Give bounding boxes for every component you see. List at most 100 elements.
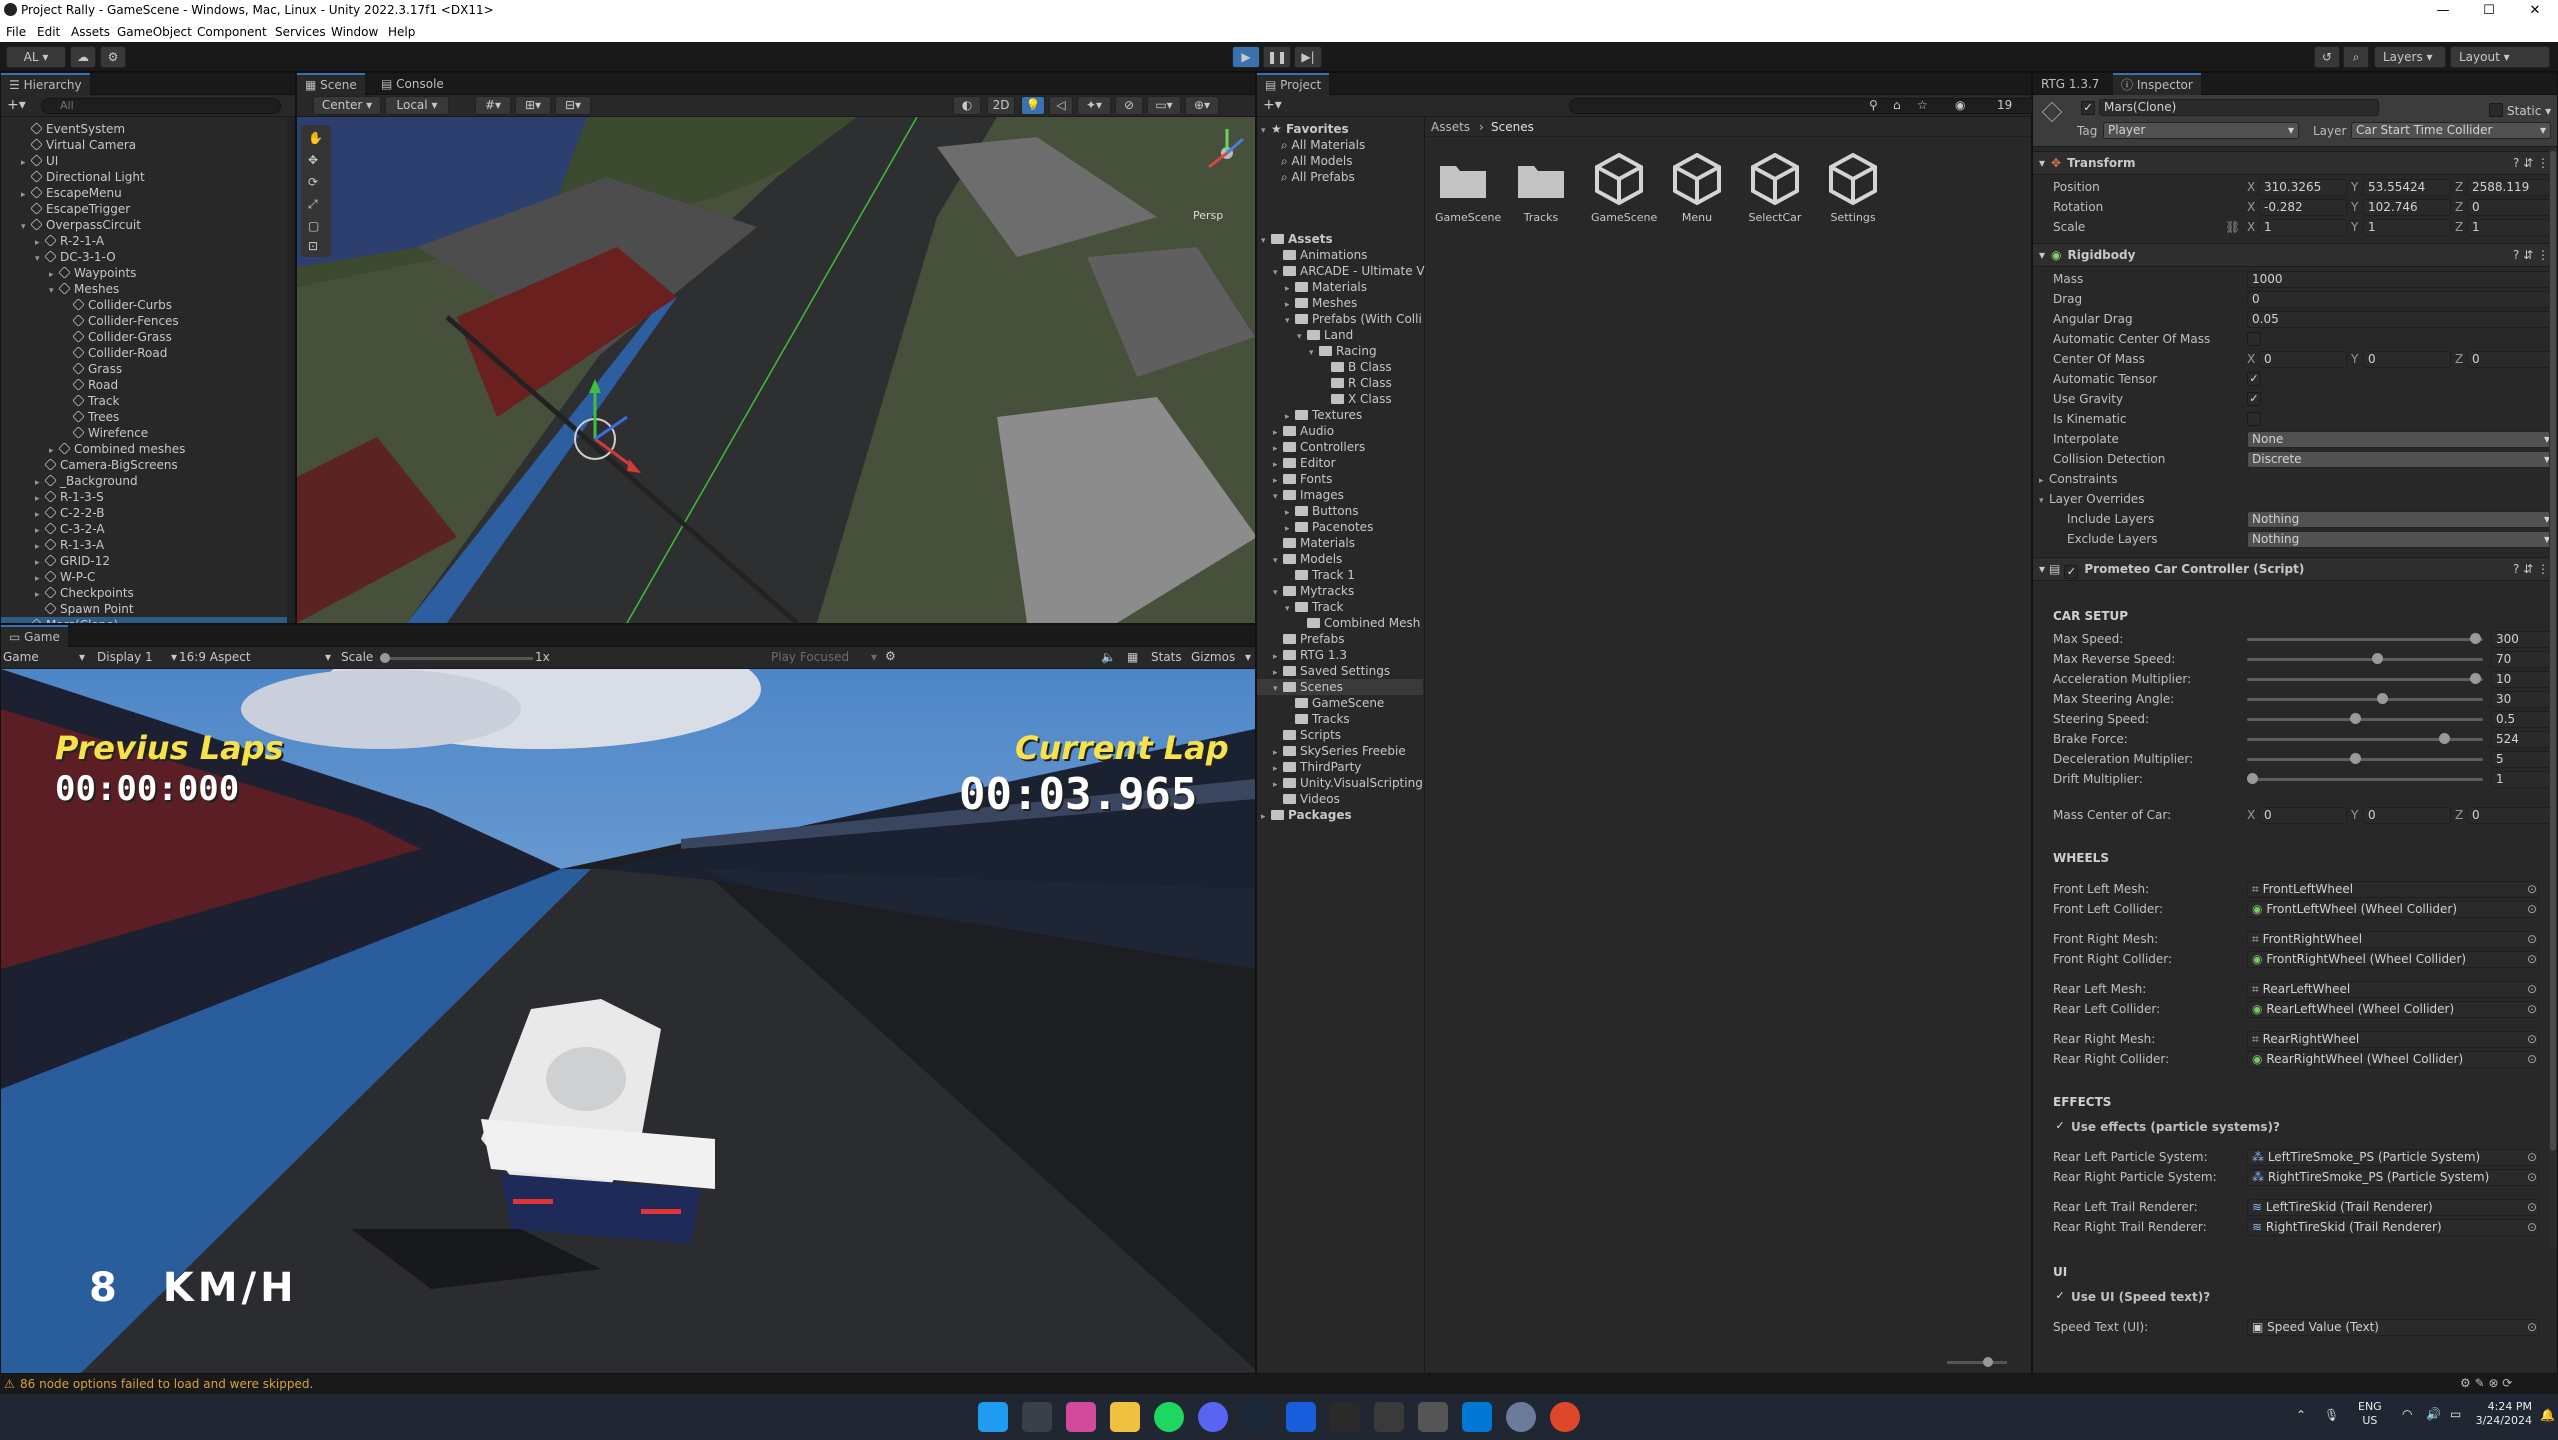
hierarchy-item[interactable]: ▾ DC-3-1-O — [1, 249, 116, 265]
rect-tool-icon[interactable]: ▢ — [308, 219, 319, 233]
layer-dropdown[interactable]: Car Start Time Collider ▾ — [2351, 122, 2551, 139]
project-tree-item[interactable]: ▸ Editor — [1273, 455, 1336, 471]
layout-dropdown[interactable]: Layout ▾ — [2450, 46, 2550, 68]
slider-track[interactable] — [2247, 653, 2483, 664]
play-focused-dropdown[interactable]: Play Focused ▾ — [771, 650, 877, 664]
browser-icon[interactable] — [1550, 1402, 1580, 1432]
move-tool-icon[interactable]: ✥ — [308, 153, 318, 167]
wheel-ref-field[interactable]: ◉ FrontRightWheel (Wheel Collider) — [2247, 951, 2539, 968]
start-icon[interactable] — [978, 1402, 1008, 1432]
hierarchy-item[interactable]: ▾ OverpassCircuit — [1, 217, 141, 233]
account-dropdown[interactable]: AL ▾ — [6, 46, 66, 68]
menu-services[interactable]: Services — [275, 25, 326, 39]
effects-icon[interactable]: ✦▾ — [1077, 96, 1111, 115]
status-warning-text[interactable]: 86 node options failed to load and were … — [20, 1377, 313, 1391]
project-tree-item[interactable]: ▸ Buttons — [1285, 503, 1358, 519]
rotation-y-field[interactable]: 102.746 — [2363, 199, 2451, 216]
project-tree-item[interactable]: Animations — [1273, 247, 1367, 263]
wheel-ref-field[interactable]: ⌗ FrontLeftWheel — [2247, 881, 2539, 898]
project-tree-item[interactable]: ▸ RTG 1.3 — [1273, 647, 1347, 663]
clock[interactable]: 4:24 PM 3/24/2024 — [2470, 1400, 2532, 1428]
steam-icon[interactable] — [1242, 1402, 1272, 1432]
hierarchy-item[interactable]: Spawn Point — [1, 601, 134, 617]
slider-knob[interactable] — [2376, 693, 2388, 704]
project-tree-item[interactable]: ▸ Meshes — [1285, 295, 1357, 311]
pause-button[interactable]: ❚❚ — [1263, 46, 1291, 68]
hierarchy-item[interactable]: ▸ C-3-2-A — [1, 521, 105, 537]
tab-inspector[interactable]: ⓘ Inspector — [2113, 73, 2201, 95]
favorite-item[interactable]: ⌕ All Models — [1281, 153, 1353, 169]
project-tree-item[interactable]: ▾ Track — [1285, 599, 1343, 615]
slider-value-field[interactable]: 524 — [2491, 731, 2555, 748]
hierarchy-item[interactable]: ▸ R-2-1-A — [1, 233, 104, 249]
inspector-scroll-thumb[interactable] — [2550, 151, 2556, 1151]
hierarchy-item[interactable]: Collider-Grass — [1, 329, 172, 345]
hierarchy-item[interactable]: Collider-Road — [1, 345, 167, 361]
object-picker-icon[interactable]: ⊙ — [2527, 879, 2537, 899]
object-picker-icon[interactable]: ⊙ — [2527, 1197, 2537, 1217]
effect-ref-field[interactable]: ≋ RightTireSkid (Trail Renderer) — [2247, 1219, 2539, 1236]
use-effects-checkbox[interactable]: ✓ — [2053, 1120, 2067, 1134]
position-y-field[interactable]: 53.55424 — [2363, 179, 2451, 196]
rigidbody-menu-icon[interactable]: ? ⇵ ⋮ — [2513, 244, 2549, 266]
favorite-star-icon[interactable]: ☆ — [1917, 98, 1928, 112]
tree-arrow-icon[interactable]: ▾ — [1285, 601, 1295, 617]
lighting-icon[interactable]: 💡 — [1021, 96, 1045, 115]
project-tree-item[interactable]: ▾ Images — [1273, 487, 1344, 503]
component-menu-icon[interactable]: ? ⇵ ⋮ — [2513, 152, 2549, 174]
hierarchy-item[interactable]: EventSystem — [1, 121, 125, 137]
gizmos-toggle-icon[interactable]: ⊕▾ — [1185, 96, 1219, 115]
active-checkbox[interactable]: ✓ — [2081, 101, 2095, 115]
scale-x-field[interactable]: 1 — [2259, 219, 2347, 236]
status-icons[interactable]: ⚙ ✎ ⊗ ⟳ — [2460, 1376, 2512, 1390]
constraints-row[interactable]: ▸ Constraints — [2033, 469, 2557, 489]
object-picker-icon[interactable]: ⊙ — [2527, 929, 2537, 949]
game-mode-dropdown[interactable]: Game ▾ — [3, 650, 85, 664]
use-gravity-checkbox[interactable]: ✓ — [2247, 392, 2261, 406]
tab-scene[interactable]: ▦ Scene — [297, 73, 365, 95]
collab-icon[interactable]: ⚙ — [100, 46, 126, 68]
spotify-icon[interactable] — [1154, 1402, 1184, 1432]
camera-settings-icon[interactable]: ▭▾ — [1147, 96, 1181, 115]
rotation-z-field[interactable]: 0 — [2467, 199, 2555, 216]
mass-center-y-field[interactable]: 0 — [2363, 807, 2451, 824]
project-tree-item[interactable]: ▾ Mytracks — [1273, 583, 1354, 599]
object-picker-icon[interactable]: ⊙ — [2527, 899, 2537, 919]
slider-value-field[interactable]: 10 — [2491, 671, 2555, 688]
object-picker-icon[interactable]: ⊙ — [2527, 979, 2537, 999]
tree-arrow-icon[interactable]: ▾ — [1273, 265, 1283, 281]
tree-arrow-icon[interactable]: ▾ — [1273, 489, 1283, 505]
project-tree-item[interactable]: ▸ Materials — [1285, 279, 1367, 295]
rotation-x-field[interactable]: -0.282 — [2259, 199, 2347, 216]
tab-console[interactable]: ▤ Console — [373, 73, 452, 95]
hierarchy-item[interactable]: ▸ EscapeMenu — [1, 185, 122, 201]
task-view-icon[interactable] — [1022, 1402, 1052, 1432]
object-picker-icon[interactable]: ⊙ — [2527, 1167, 2537, 1187]
project-tree-item[interactable]: GameScene — [1285, 695, 1384, 711]
tree-arrow-icon[interactable]: ▾ — [1261, 233, 1271, 249]
tab-rtg[interactable]: RTG 1.3.7 — [2033, 73, 2107, 95]
asset-item[interactable]: SelectCar — [1747, 153, 1803, 224]
favorite-item[interactable]: ⌕ All Prefabs — [1281, 169, 1355, 185]
hierarchy-item[interactable]: ▸ Waypoints — [1, 265, 136, 281]
constrain-proportions-icon[interactable]: ⛓ — [2225, 217, 2240, 237]
hierarchy-item[interactable]: Wirefence — [1, 425, 148, 441]
language-indicator[interactable]: ENG US — [2358, 1400, 2382, 1428]
is-kinematic-checkbox[interactable] — [2247, 412, 2261, 426]
minimize-button[interactable]: — — [2420, 0, 2466, 21]
controller-menu-icon[interactable]: ? ⇵ ⋮ — [2513, 558, 2549, 580]
snap-increment-icon[interactable]: ⊞▾ — [515, 96, 551, 115]
slider-knob[interactable] — [2349, 753, 2361, 764]
object-picker-icon[interactable]: ⊙ — [2527, 949, 2537, 969]
slider-knob[interactable] — [2470, 673, 2482, 684]
tree-arrow-icon[interactable]: ▾ — [1297, 329, 1307, 345]
tag-dropdown[interactable]: Player ▾ — [2103, 122, 2299, 139]
play-button[interactable]: ▶ — [1232, 46, 1260, 68]
hierarchy-item[interactable]: Collider-Fences — [1, 313, 179, 329]
slider-track[interactable] — [2247, 693, 2483, 704]
hierarchy-item[interactable]: Grass — [1, 361, 122, 377]
tree-arrow-icon[interactable]: ▸ — [1261, 809, 1271, 825]
menu-component[interactable]: Component — [197, 25, 267, 39]
history-icon[interactable]: ↺ — [2314, 46, 2340, 68]
project-tree-item[interactable]: ▾ ARCADE - Ultimate V — [1273, 263, 1425, 279]
